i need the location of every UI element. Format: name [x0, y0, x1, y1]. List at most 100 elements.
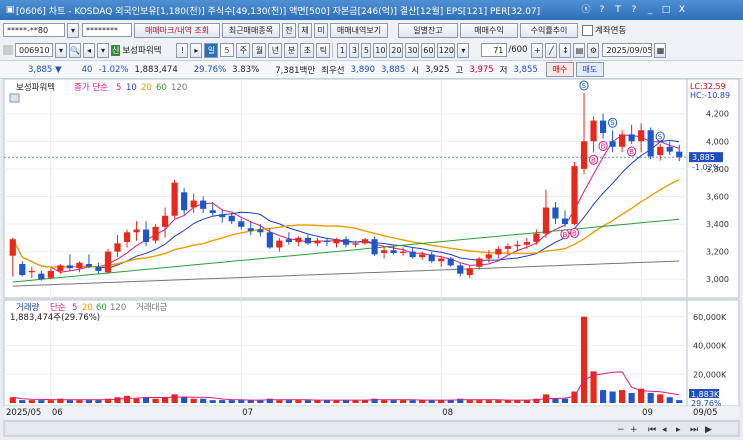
volume-bar: [190, 398, 197, 403]
nav-icon[interactable]: ▾: [97, 42, 109, 58]
zoom-in-bottom-icon[interactable]: +: [630, 425, 638, 435]
vol-ma-60-label: 60: [96, 303, 107, 313]
candle-body: [85, 264, 93, 267]
volume-bar: [152, 398, 159, 403]
trade-mark-query-button[interactable]: 매매마크/내역 조회: [134, 22, 220, 38]
period-monthly-button[interactable]: 월: [252, 42, 267, 58]
settings-icon[interactable]: ⚙: [587, 42, 600, 58]
ma-10-label: 10: [126, 83, 137, 93]
search-icon[interactable]: 🔍: [69, 42, 81, 58]
range-30-button[interactable]: 30: [405, 42, 420, 58]
date-field[interactable]: 2025/09/05: [602, 43, 653, 57]
alert-icon[interactable]: !: [176, 42, 189, 58]
range-1-button[interactable]: 1: [337, 42, 348, 58]
account-dropdown[interactable]: ▾: [67, 22, 79, 38]
range-5-button[interactable]: 5: [361, 42, 372, 58]
scroll-left-icon[interactable]: ◂: [662, 425, 667, 435]
scroll-bar[interactable]: [3, 420, 740, 437]
zoom-in-icon[interactable]: +: [531, 42, 544, 58]
candle-body: [590, 120, 597, 142]
scroll-last-icon[interactable]: ⏭: [690, 425, 698, 435]
filled-button[interactable]: 체: [298, 22, 312, 38]
nav-next-icon[interactable]: ▶: [705, 425, 712, 435]
save-icon[interactable]: ▤: [573, 42, 586, 58]
period-yearly-button[interactable]: 년: [268, 42, 283, 58]
price-y-tick: 4,200: [706, 110, 729, 119]
balance-button[interactable]: 잔: [282, 22, 296, 38]
chart-settings-icon[interactable]: [9, 93, 20, 103]
range-60-button[interactable]: 60: [421, 42, 436, 58]
volume-ratio: 29.76%: [193, 64, 227, 75]
chart-toolbar: 006910 ▾ 🔍 ◂ ▾ 신 보성파워텍 ! ▸ 일 5 주 월 년 분 초…: [0, 40, 743, 61]
volume-bar: [666, 397, 673, 403]
period-weekly-button[interactable]: 주: [236, 42, 251, 58]
stock-badge-icon: 신: [111, 44, 121, 56]
candle-body: [266, 232, 273, 248]
chart-area[interactable]: B BSBBSBS 4,2004,0003,8003,6003,4003,2003…: [0, 79, 743, 440]
view-count-field[interactable]: 71: [481, 43, 508, 57]
hc-label: HC:-10.89: [690, 91, 730, 100]
sell-button[interactable]: 매도: [575, 62, 604, 77]
price-y-tick: 4,000: [706, 137, 729, 146]
password-field[interactable]: ********: [82, 23, 132, 37]
calendar-icon[interactable]: ▦: [654, 42, 667, 58]
period-minute-button[interactable]: 분: [284, 42, 299, 58]
divider: [332, 43, 334, 57]
account-field[interactable]: *****-**80: [3, 23, 65, 37]
range-20-button[interactable]: 20: [389, 42, 404, 58]
code-dropdown[interactable]: ▾: [55, 42, 67, 58]
maximize-button[interactable]: □: [660, 4, 672, 16]
low-price: 3,855: [513, 64, 538, 75]
candle-body: [76, 262, 83, 269]
daily-balance-button[interactable]: 일별잔고: [398, 22, 458, 38]
unfilled-button[interactable]: 미: [314, 22, 328, 38]
candle-body: [428, 254, 435, 262]
stock-code-field[interactable]: 006910: [15, 43, 53, 57]
help2-icon[interactable]: ?: [628, 4, 640, 16]
account-link-checkbox[interactable]: [582, 24, 593, 36]
period-second-button[interactable]: 초: [300, 42, 315, 58]
range-120-button[interactable]: 120: [437, 42, 456, 58]
price-y-tick: 3,200: [706, 248, 729, 257]
trade-history-button[interactable]: 매매내역보기: [330, 22, 388, 38]
sound-icon[interactable]: ◂: [83, 42, 95, 58]
volume-current-rate: 29.76%: [691, 399, 722, 408]
candle-body: [380, 250, 388, 253]
zoom-out-icon[interactable]: −: [617, 425, 625, 435]
scroll-first-icon[interactable]: ⏮: [648, 425, 656, 435]
volume-bar: [228, 400, 235, 403]
volume-bar: [657, 394, 664, 403]
trade-profit-button[interactable]: 매매수익: [460, 22, 518, 38]
open-price: 3,925: [425, 64, 450, 75]
recent-trade-button[interactable]: 최근매매종목: [222, 22, 280, 38]
profit-trend-button[interactable]: 수익률추이: [520, 22, 578, 38]
candle-body: [647, 130, 654, 157]
candle-body: [352, 243, 359, 245]
font-icon[interactable]: T: [612, 4, 624, 16]
add-icon[interactable]: ▸: [190, 42, 203, 58]
trade-marker-label: S: [610, 119, 615, 127]
help-icon[interactable]: ?: [596, 4, 608, 16]
volume-bar: [85, 400, 93, 403]
volume-current-label: 1,883K: [691, 390, 720, 399]
period-tick-button[interactable]: 틱: [316, 42, 331, 58]
line-tool-icon[interactable]: ╱: [545, 42, 558, 58]
window-menu-icon[interactable]: ▣: [4, 4, 16, 16]
close-button[interactable]: X: [676, 4, 688, 16]
candle-body: [209, 210, 216, 213]
volume-legend-extra: 거래대금: [136, 303, 167, 313]
range-10-button[interactable]: 10: [373, 42, 388, 58]
range-3-button[interactable]: 3: [349, 42, 360, 58]
cursor-icon[interactable]: ↕: [559, 42, 572, 58]
range-dropdown[interactable]: ▾: [457, 42, 470, 58]
candle-body: [95, 266, 102, 271]
candle-body: [171, 182, 178, 216]
buy-button[interactable]: 매수: [545, 62, 574, 77]
minimize-button[interactable]: _: [644, 4, 656, 16]
window-control-1[interactable]: ⓢ: [580, 4, 592, 16]
period-daily-button[interactable]: 일: [204, 42, 219, 58]
candle-body: [400, 251, 407, 253]
period-count-field[interactable]: 5: [220, 43, 235, 57]
volume-bar: [123, 395, 131, 403]
scroll-right-icon[interactable]: ▸: [676, 425, 681, 435]
